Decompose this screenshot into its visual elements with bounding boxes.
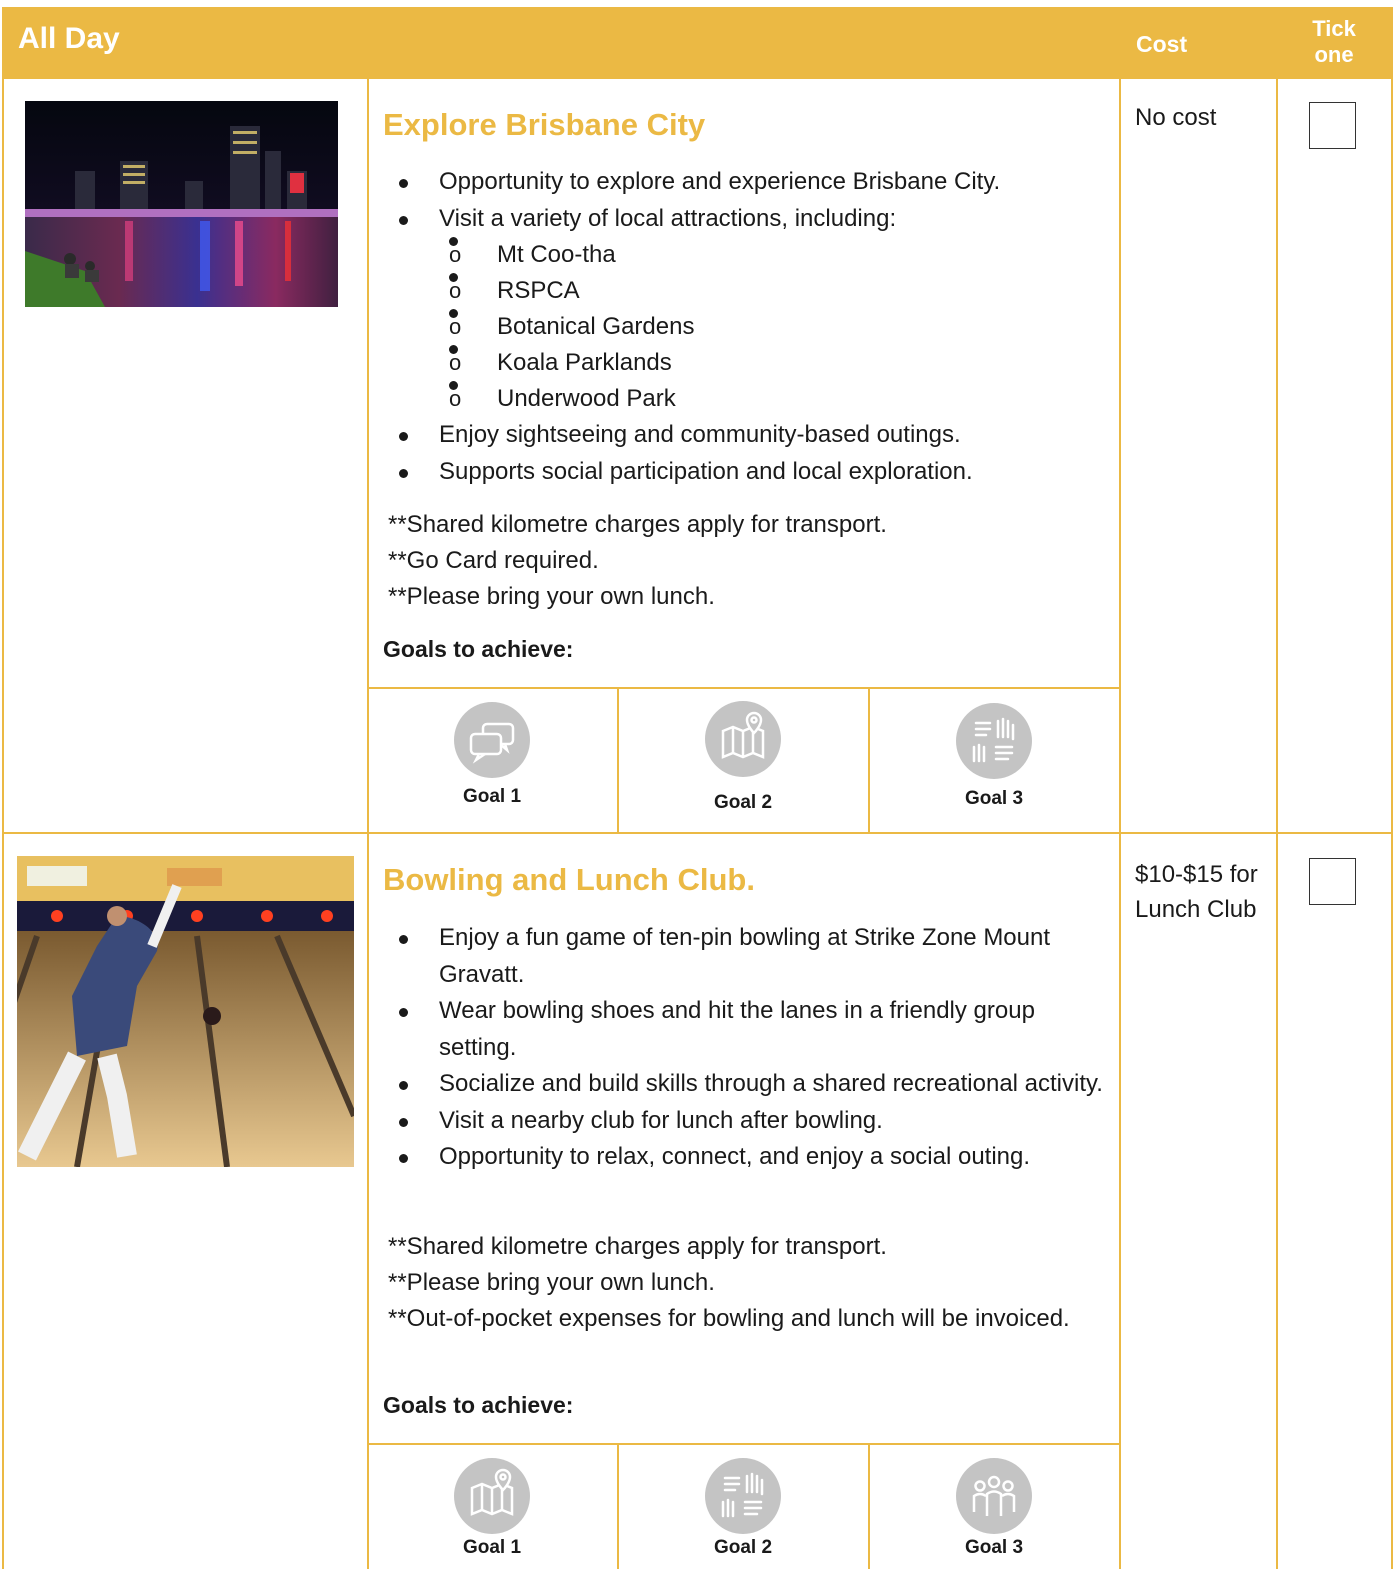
goal-label: Goal 1 [462, 1537, 522, 1558]
sub-list-item: Koala Parklands [439, 345, 1107, 381]
list-item: Enjoy sightseeing and community-based ou… [387, 417, 1107, 454]
activity-title: Bowling and Lunch Club. [383, 862, 755, 897]
map-pin-icon [454, 1458, 530, 1534]
goal-label: Goal 3 [964, 1537, 1024, 1558]
cost-value: $10-$15 for Lunch Club [1135, 861, 1258, 923]
goals-label: Goals to achieve: [383, 1392, 574, 1418]
tick-checkbox[interactable] [1309, 102, 1356, 149]
note-line: **Please bring your own lunch. [388, 583, 715, 610]
list-item-text: Visit a variety of local attractions, in… [439, 204, 897, 232]
sub-list-item: RSPCA [439, 273, 1107, 309]
activity-title: Explore Brisbane City [383, 107, 706, 142]
list-item: Opportunity to relax, connect, and enjoy… [387, 1139, 1112, 1176]
goals-row-divider-2 [367, 1443, 1121, 1445]
goal-cell-divider [617, 1443, 619, 1569]
notes: **Shared kilometre charges apply for tra… [388, 1229, 1078, 1337]
goal-cell-divider [617, 687, 619, 833]
note-line: **Please bring your own lunch. [388, 1269, 715, 1296]
goals-row-divider-1 [367, 687, 1121, 689]
map-pin-icon [705, 701, 781, 777]
goal-cell-divider [868, 687, 870, 833]
table-border-cost [1119, 79, 1121, 1569]
section-title: All Day [18, 22, 120, 55]
attractions-sublist: Mt Coo-tha RSPCA Botanical Gardens Koala… [439, 237, 1107, 417]
list-item: Supports social participation and local … [387, 454, 1107, 491]
people-group-icon [956, 1458, 1032, 1534]
tick-column-header: Tick one [1312, 16, 1356, 67]
notes: **Shared kilometre charges apply for tra… [388, 507, 1108, 615]
activity-bullet-list: Opportunity to explore and experience Br… [387, 164, 1107, 490]
tick-checkbox[interactable] [1309, 858, 1356, 905]
list-item: Visit a nearby club for lunch after bowl… [387, 1103, 1112, 1140]
list-item: Wear bowling shoes and hit the lanes in … [387, 993, 1069, 1066]
row-divider [2, 832, 1393, 834]
goal-label: Goal 1 [462, 786, 522, 807]
goal-label: Goal 2 [713, 792, 773, 813]
sub-list-item: Botanical Gardens [439, 309, 1107, 345]
sub-list-item: Mt Coo-tha [439, 237, 1107, 273]
list-item: Visit a variety of local attractions, in… [387, 201, 1107, 418]
activity-bullet-list: Enjoy a fun game of ten-pin bowling at S… [387, 920, 1112, 1176]
note-line: **Out-of-pocket expenses for bowling and… [388, 1305, 1070, 1332]
goal-label: Goal 2 [713, 1537, 773, 1558]
note-line: **Go Card required. [388, 547, 599, 574]
table-border-left [2, 79, 4, 1569]
goals-label: Goals to achieve: [383, 636, 574, 662]
hands-together-icon [705, 1458, 781, 1534]
hands-together-icon [956, 703, 1032, 779]
sub-list-item: Underwood Park [439, 381, 1107, 417]
cost-value: No cost [1135, 104, 1217, 131]
cost-column-header: Cost [1136, 31, 1188, 57]
table-border-tick [1276, 79, 1278, 1569]
note-line: **Shared kilometre charges apply for tra… [388, 511, 887, 538]
brisbane-city-night-photo [25, 101, 338, 307]
list-item: Socialize and build skills through a sha… [387, 1066, 1129, 1103]
list-item: Enjoy a fun game of ten-pin bowling at S… [387, 920, 1059, 993]
speech-bubbles-icon [454, 702, 530, 778]
goal-cell-divider [868, 1443, 870, 1569]
goal-label: Goal 3 [964, 788, 1024, 809]
list-item: Opportunity to explore and experience Br… [387, 164, 1107, 201]
note-line: **Shared kilometre charges apply for tra… [388, 1233, 887, 1260]
table-border-right [1391, 79, 1393, 1569]
table-border-description [367, 79, 369, 1569]
bowling-alley-photo [17, 856, 354, 1167]
